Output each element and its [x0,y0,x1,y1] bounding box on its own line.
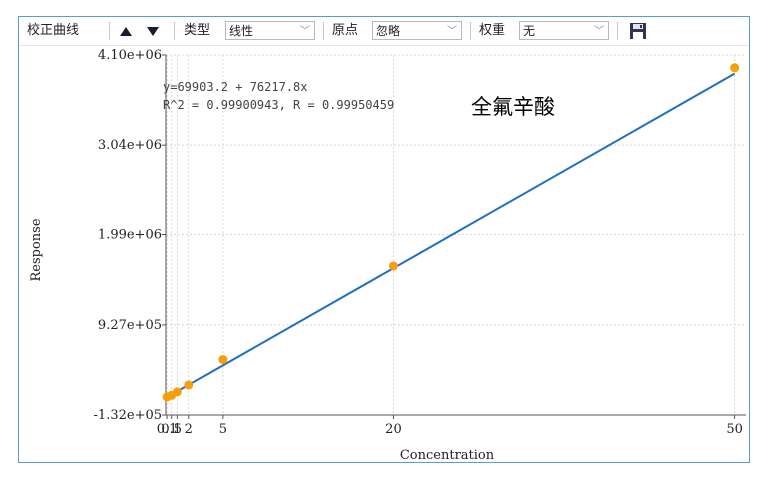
y-axis-label: Response [29,218,44,281]
regression-line [166,72,736,399]
y-tick-label: 3.04e+06 [98,138,162,153]
y-tick-label: -1.32e+05 [94,408,162,423]
y-tick-label: 1.99e+06 [98,227,162,242]
chart-title: 全氟辛酸 [471,95,555,119]
data-point [172,387,182,397]
x-axis-label: Concentration [400,448,495,462]
x-tick-label: 20 [385,422,402,437]
data-point [730,63,740,73]
x-tick-label: 5 [219,422,227,437]
data-point [388,261,398,271]
calibration-panel: 校正曲线 类型 线性 ﹀ 原点 忽略 ﹀ 权重 无 ﹀ -1.32e+05 9.… [18,16,750,463]
equation-text: y=69903.2 + 76217.8x [163,80,308,94]
data-point [184,380,194,390]
data-point [218,355,228,365]
y-tick-label: 9.27e+05 [98,318,162,333]
calibration-chart: -1.32e+05 9.27e+05 1.99e+06 3.04e+06 4.10e+0… [29,48,746,462]
r-squared-text: R^2 = 0.99900943, R = 0.99950459 [163,98,394,112]
x-tick-label: 50 [726,422,743,437]
x-tick-label: 2 [185,422,193,437]
y-tick-label: 4.10e+06 [98,48,162,63]
x-tick-label: 1 [173,422,181,437]
